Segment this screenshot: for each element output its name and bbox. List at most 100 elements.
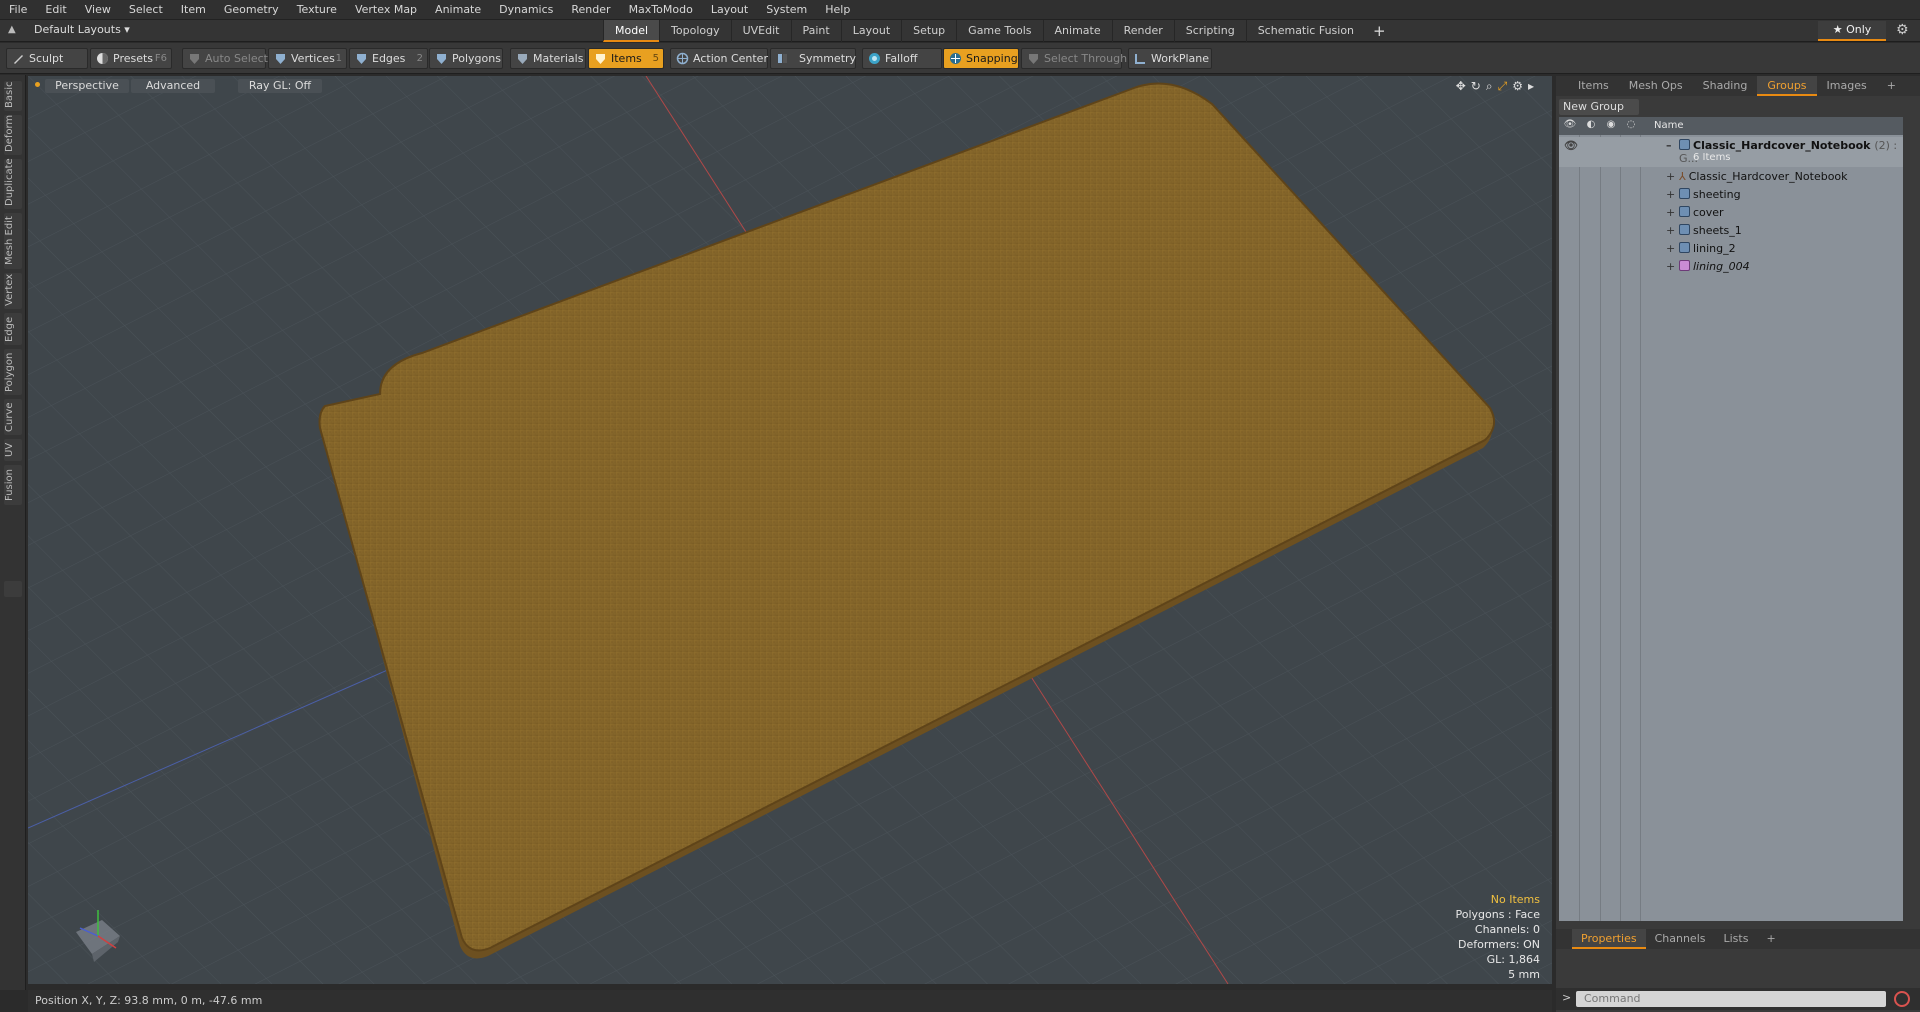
vtab-uv[interactable]: UV xyxy=(4,439,22,461)
items-button[interactable]: Items 5 xyxy=(588,48,664,69)
edges-button[interactable]: Edges 2 xyxy=(349,48,428,69)
list-item[interactable]: + lining_004 xyxy=(1559,258,1903,276)
name-column-header[interactable]: Name xyxy=(1654,120,1684,131)
collapse-icon[interactable]: ▲ xyxy=(8,24,22,38)
tab-schematic-fusion[interactable]: Schematic Fusion xyxy=(1245,20,1365,42)
expand-arrow-icon[interactable]: ▸ xyxy=(1528,79,1534,94)
list-item[interactable]: + sheets_1 xyxy=(1559,222,1903,240)
vtab-edge[interactable]: Edge xyxy=(4,313,22,345)
tab-properties[interactable]: Properties xyxy=(1572,929,1646,949)
vtab-basic[interactable]: Basic xyxy=(4,81,22,111)
tab-animate[interactable]: Animate xyxy=(1042,20,1112,42)
rotate-icon[interactable]: ↻ xyxy=(1471,79,1481,94)
group-row[interactable]: 👁 – Classic_Hardcover_Notebook (2) : G..… xyxy=(1559,137,1903,167)
list-item[interactable]: + ⅄ Classic_Hardcover_Notebook xyxy=(1559,168,1903,186)
tab-images[interactable]: Images xyxy=(1817,76,1877,96)
tab-groups[interactable]: Groups xyxy=(1757,76,1817,96)
vertices-button[interactable]: Vertices 1 xyxy=(268,48,347,69)
tab-lists[interactable]: Lists xyxy=(1715,929,1758,949)
panel-toggle-icon[interactable] xyxy=(4,581,22,597)
workplane-button[interactable]: WorkPlane xyxy=(1128,48,1212,69)
group-visibility-icon[interactable]: 👁 xyxy=(1564,139,1578,152)
viewport-settings-icon[interactable]: ⚙ xyxy=(1512,79,1523,94)
menu-file[interactable]: File xyxy=(0,0,36,20)
tab-shading[interactable]: Shading xyxy=(1693,76,1758,96)
expand-icon[interactable]: + xyxy=(1666,170,1675,183)
render-col-icon[interactable]: ◐ xyxy=(1584,119,1598,133)
expand-icon[interactable]: + xyxy=(1666,188,1675,201)
menu-maxtomodo[interactable]: MaxToModo xyxy=(620,0,702,20)
expand-icon[interactable]: + xyxy=(1666,224,1675,237)
menu-animate[interactable]: Animate xyxy=(426,0,490,20)
add-props-tab-icon[interactable]: + xyxy=(1757,929,1784,949)
tab-topology[interactable]: Topology xyxy=(659,20,731,42)
tab-channels[interactable]: Channels xyxy=(1646,929,1715,949)
visibility-col-icon[interactable]: 👁 xyxy=(1563,119,1577,133)
tab-render[interactable]: Render xyxy=(1111,20,1174,42)
vtab-duplicate[interactable]: Duplicate xyxy=(4,158,22,209)
menu-view[interactable]: View xyxy=(76,0,120,20)
menu-render[interactable]: Render xyxy=(562,0,619,20)
menu-vertex-map[interactable]: Vertex Map xyxy=(346,0,426,20)
vtab-polygon[interactable]: Polygon xyxy=(4,349,22,395)
auto-select-button[interactable]: Auto Select xyxy=(182,48,268,69)
menu-select[interactable]: Select xyxy=(120,0,172,20)
lock-col-icon[interactable]: ◉ xyxy=(1604,119,1618,133)
tab-setup[interactable]: Setup xyxy=(901,20,956,42)
action-center-button[interactable]: Action Center xyxy=(670,48,768,69)
command-input[interactable]: Command xyxy=(1576,991,1886,1007)
sculpt-button[interactable]: Sculpt xyxy=(6,48,88,69)
fit-icon[interactable]: ⤢ xyxy=(1498,79,1508,94)
materials-button[interactable]: Materials xyxy=(510,48,586,69)
tab-layout[interactable]: Layout xyxy=(840,20,901,42)
add-panel-tab-icon[interactable]: + xyxy=(1877,76,1906,96)
pan-icon[interactable]: ✥ xyxy=(1456,79,1466,94)
menu-system[interactable]: System xyxy=(757,0,816,20)
3d-viewport[interactable]: Perspective Advanced Ray GL: Off ✥ ↻ ⌕ ⤢… xyxy=(28,76,1552,984)
select-through-button[interactable]: Select Through xyxy=(1021,48,1127,69)
tab-mesh-ops[interactable]: Mesh Ops xyxy=(1619,76,1693,96)
only-button[interactable]: ★ Only xyxy=(1818,21,1886,41)
polygons-button[interactable]: Polygons xyxy=(429,48,503,69)
gear-icon[interactable]: ⚙ xyxy=(1896,22,1909,38)
new-group-button[interactable]: New Group xyxy=(1559,99,1639,115)
raygl-toggle[interactable]: Ray GL: Off xyxy=(238,79,322,93)
tab-game-tools[interactable]: Game Tools xyxy=(956,20,1042,42)
falloff-button[interactable]: Falloff xyxy=(862,48,942,69)
vtab-vertex[interactable]: Vertex xyxy=(4,273,22,309)
group-collapse-icon[interactable]: – xyxy=(1666,139,1672,152)
tab-paint[interactable]: Paint xyxy=(790,20,841,42)
menu-geometry[interactable]: Geometry xyxy=(215,0,288,20)
list-item[interactable]: + lining_2 xyxy=(1559,240,1903,258)
menu-dynamics[interactable]: Dynamics xyxy=(490,0,562,20)
menu-help[interactable]: Help xyxy=(816,0,859,20)
tab-items[interactable]: Items xyxy=(1556,76,1619,96)
perspective-dropdown[interactable]: Perspective xyxy=(45,79,129,93)
expand-icon[interactable]: + xyxy=(1666,206,1675,219)
menu-item[interactable]: Item xyxy=(172,0,215,20)
expand-icon[interactable]: + xyxy=(1666,260,1675,273)
list-item[interactable]: + sheeting xyxy=(1559,186,1903,204)
zoom-icon[interactable]: ⌕ xyxy=(1486,79,1493,94)
vtab-curve[interactable]: Curve xyxy=(4,399,22,435)
menu-edit[interactable]: Edit xyxy=(36,0,75,20)
presets-button[interactable]: Presets F6 xyxy=(90,48,172,69)
symmetry-button[interactable]: Symmetry xyxy=(770,48,856,69)
vtab-deform[interactable]: Deform xyxy=(4,115,22,155)
vtab-mesh-edit[interactable]: Mesh Edit xyxy=(4,213,22,269)
menu-texture[interactable]: Texture xyxy=(288,0,346,20)
stop-icon[interactable] xyxy=(1894,991,1910,1007)
add-tab-icon[interactable]: + xyxy=(1365,20,1394,42)
select-col-icon[interactable]: ◌ xyxy=(1624,119,1638,133)
tab-model[interactable]: Model xyxy=(603,20,660,42)
select-through-label: Select Through xyxy=(1044,52,1128,65)
snapping-button[interactable]: Snapping xyxy=(943,48,1019,69)
layout-dropdown[interactable]: Default Layouts ▾ xyxy=(34,23,130,36)
vtab-fusion[interactable]: Fusion xyxy=(4,465,22,505)
list-item[interactable]: + cover xyxy=(1559,204,1903,222)
expand-icon[interactable]: + xyxy=(1666,242,1675,255)
menu-layout[interactable]: Layout xyxy=(702,0,757,20)
shading-mode-dropdown[interactable]: Advanced xyxy=(131,79,215,93)
tab-scripting[interactable]: Scripting xyxy=(1173,20,1246,42)
tab-uvedit[interactable]: UVEdit xyxy=(730,20,791,42)
